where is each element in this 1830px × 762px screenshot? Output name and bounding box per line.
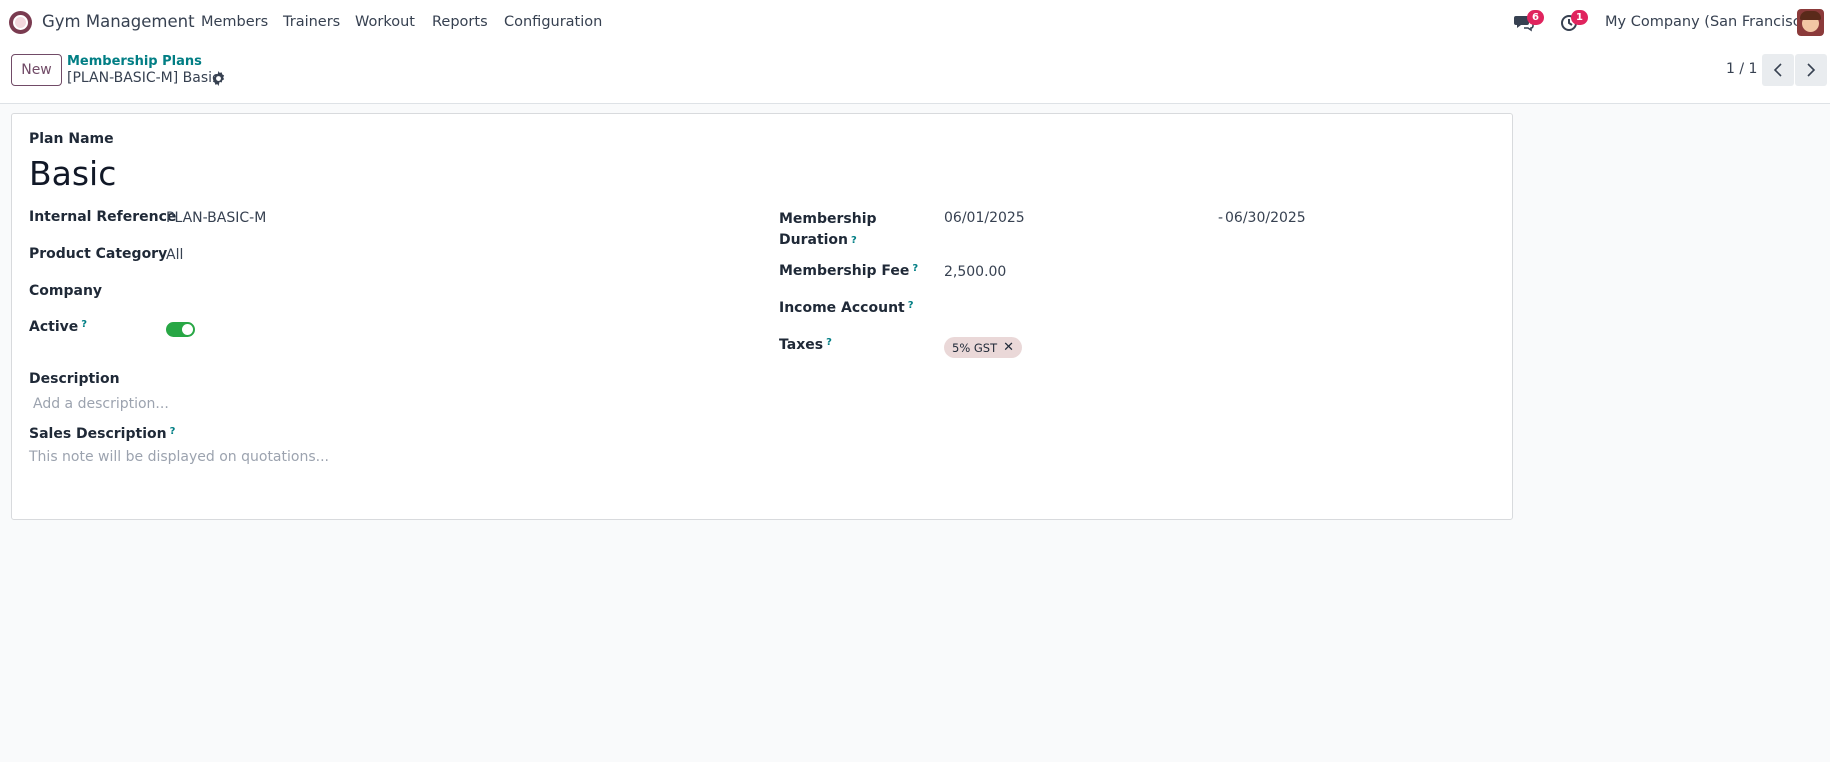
taxes-help-icon[interactable]: ?	[826, 337, 832, 348]
remove-tag-icon[interactable]: ✕	[1003, 340, 1014, 355]
product-category-field[interactable]: All	[166, 247, 183, 263]
nav-item-trainers[interactable]: Trainers	[283, 14, 340, 30]
membership-fee-help-icon[interactable]: ?	[912, 263, 918, 274]
product-category-label: Product Category	[29, 246, 168, 262]
duration-end-field[interactable]: 06/30/2025	[1225, 210, 1306, 226]
active-help-icon[interactable]: ?	[81, 319, 87, 330]
duration-separator: -	[1218, 210, 1224, 226]
gear-icon[interactable]	[211, 71, 226, 86]
breadcrumb-membership-plans[interactable]: Membership Plans	[67, 54, 202, 69]
income-account-help-icon[interactable]: ?	[908, 300, 914, 311]
taxes-label: Taxes?	[779, 337, 832, 353]
pager-value[interactable]: 1 / 1	[1726, 61, 1757, 77]
activities-badge: 1	[1571, 10, 1588, 25]
new-button[interactable]: New	[11, 54, 62, 86]
membership-duration-help-icon[interactable]: ?	[851, 235, 857, 246]
company-label: Company	[29, 283, 103, 299]
duration-start-field[interactable]: 06/01/2025	[944, 210, 1025, 226]
pager-previous-button[interactable]	[1762, 54, 1794, 86]
company-field[interactable]	[166, 283, 666, 303]
nav-item-workout[interactable]: Workout	[355, 14, 415, 30]
nav-item-members[interactable]: Members	[201, 14, 268, 30]
pager-next-button[interactable]	[1795, 54, 1827, 86]
form-sheet: Plan Name Basic Internal Reference PLAN-…	[11, 113, 1513, 520]
app-name[interactable]: Gym Management	[42, 12, 195, 31]
company-switcher[interactable]: My Company (San Francisco)	[1605, 14, 1815, 30]
active-toggle[interactable]	[166, 322, 195, 337]
description-field[interactable]: Add a description...	[33, 396, 169, 412]
membership-fee-field[interactable]: 2,500.00	[944, 264, 1006, 280]
description-label: Description	[29, 371, 120, 387]
income-account-field[interactable]	[944, 300, 1444, 320]
internal-reference-field[interactable]: PLAN-BASIC-M	[166, 210, 266, 226]
top-navbar: Gym Management Members Trainers Workout …	[0, 0, 1830, 46]
user-avatar[interactable]	[1797, 9, 1824, 36]
sales-description-label: Sales Description?	[29, 426, 176, 442]
nav-item-reports[interactable]: Reports	[432, 14, 488, 30]
control-panel: New Membership Plans [PLAN-BASIC-M] Basi…	[0, 46, 1830, 104]
messages-badge: 6	[1527, 10, 1544, 25]
tax-tag-5-gst[interactable]: 5% GST ✕	[944, 337, 1023, 358]
chevron-right-icon	[1807, 63, 1816, 77]
internal-reference-label: Internal Reference	[29, 209, 177, 225]
app-logo-icon[interactable]	[9, 11, 32, 34]
chevron-left-icon	[1773, 63, 1782, 77]
plan-name-field[interactable]: Basic	[29, 154, 116, 193]
active-label: Active?	[29, 319, 88, 335]
tax-tag-label: 5% GST	[952, 340, 998, 355]
membership-fee-label: Membership Fee?	[779, 263, 919, 279]
breadcrumb-current-record: [PLAN-BASIC-M] Basic	[67, 70, 220, 86]
plan-name-label: Plan Name	[29, 131, 114, 147]
income-account-label: Income Account?	[779, 300, 914, 316]
nav-item-configuration[interactable]: Configuration	[504, 14, 602, 30]
sales-description-field[interactable]: This note will be displayed on quotation…	[29, 449, 329, 465]
sales-description-help-icon[interactable]: ?	[170, 426, 176, 437]
membership-duration-label: Membership Duration?	[779, 211, 877, 248]
